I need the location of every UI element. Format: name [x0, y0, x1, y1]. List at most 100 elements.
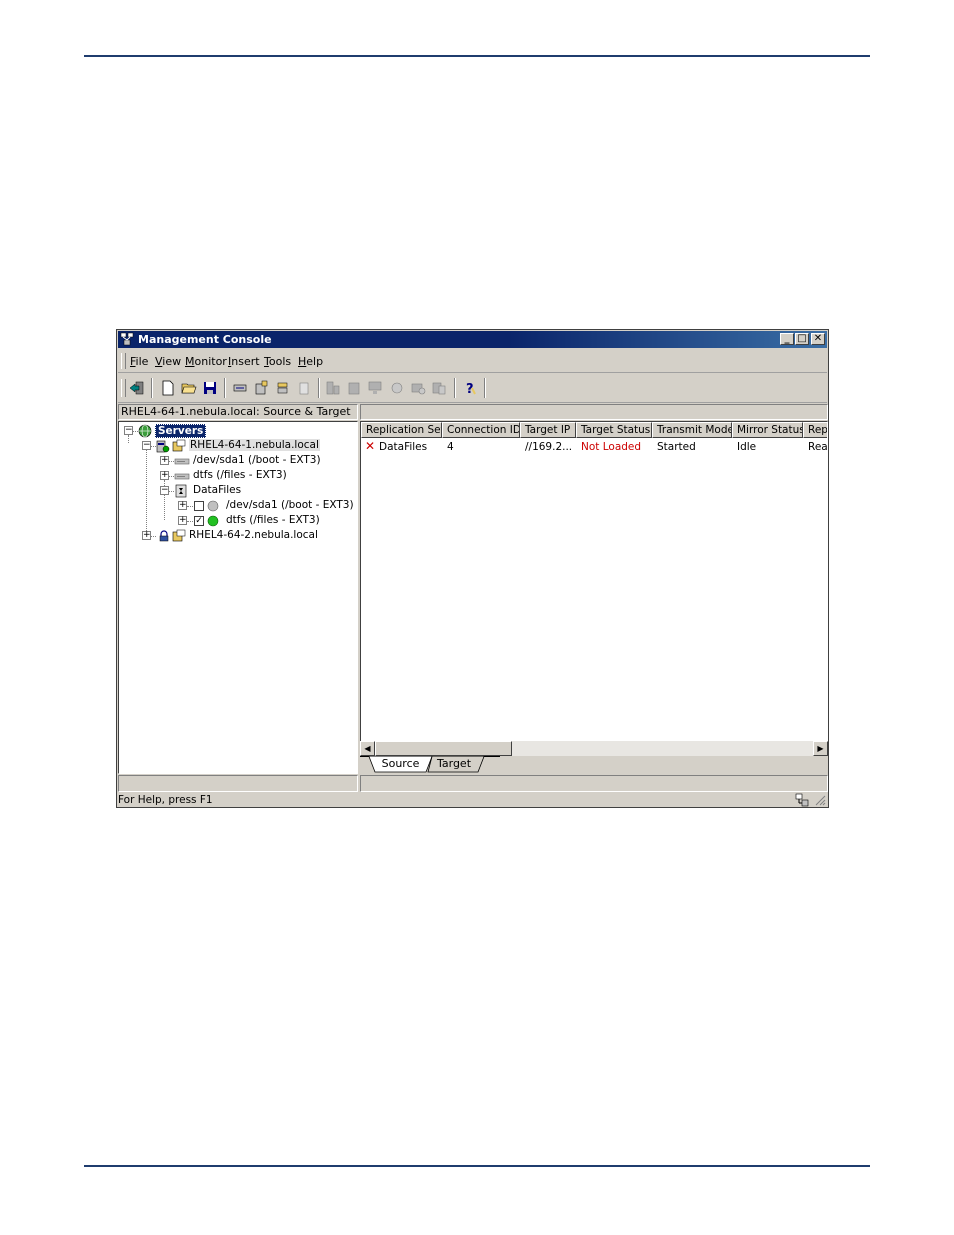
tree-line — [169, 491, 174, 492]
tree-server1-label: RHEL4-64-1.nebula.local — [189, 439, 320, 451]
tree-line — [187, 521, 193, 522]
menu-help[interactable]: Help — [298, 355, 323, 368]
expand-toggle[interactable]: + — [178, 501, 187, 510]
volume-green-icon — [207, 515, 219, 527]
checked-checkbox[interactable]: ✓ — [194, 516, 204, 526]
close-button[interactable]: ✕ — [811, 333, 825, 345]
cell-target-status: Not Loaded — [581, 441, 642, 453]
console-app-icon — [120, 332, 134, 346]
left-pane-header: RHEL4-64-1.nebula.local: Source & Target — [118, 404, 358, 420]
source-target-icon — [172, 439, 186, 452]
monitor-icon[interactable] — [367, 380, 383, 396]
maximize-button[interactable]: □ — [795, 333, 809, 345]
status-bar: For Help, press F1 — [118, 793, 827, 807]
management-console-window: Management Console _ □ ✕ File View Monit… — [116, 329, 829, 808]
lock-icon — [159, 530, 169, 542]
window-title: Management Console — [138, 333, 272, 346]
horizontal-scrollbar[interactable]: ◀ ▶ — [360, 741, 828, 756]
tree-volume-label: dtfs (/files - EXT3) — [193, 469, 287, 481]
tree-set-label: DataFiles — [193, 484, 242, 496]
replication-list[interactable]: Replication Set Connection ID Target IP … — [360, 421, 828, 756]
tree-item-replication-set[interactable]: − DataFiles — [119, 484, 357, 498]
page-bottom-rule — [84, 1165, 870, 1167]
title-bar[interactable]: Management Console _ □ ✕ — [118, 331, 827, 348]
tree-item-set-volume[interactable]: + /dev/sda1 (/boot - EXT3) — [119, 499, 357, 513]
view-tabs: Source Target — [360, 756, 828, 773]
cell-rep: Rea — [808, 441, 828, 453]
network-status-icon — [795, 793, 809, 807]
toolbar-separator — [151, 378, 153, 398]
cell-target-ip: //169.2... — [525, 441, 573, 453]
tree-item-server2[interactable]: + RHEL4-64-2.nebula.local — [119, 529, 357, 543]
arrow-right-icon: ▶ — [817, 744, 824, 753]
minimize-button[interactable]: _ — [780, 333, 794, 345]
menu-tools[interactable]: Tools — [264, 355, 291, 368]
exit-icon[interactable] — [129, 380, 145, 396]
expand-toggle[interactable]: + — [160, 471, 169, 480]
column-header-mirror-status[interactable]: Mirror Status — [732, 422, 803, 438]
column-header-rep[interactable]: Rep — [803, 422, 827, 438]
connect-icon[interactable] — [325, 380, 341, 396]
server-icon — [172, 529, 186, 542]
properties-icon[interactable] — [296, 380, 312, 396]
expand-toggle[interactable]: + — [142, 531, 151, 540]
open-folder-icon[interactable] — [181, 380, 197, 396]
save-icon[interactable] — [202, 380, 218, 396]
page-top-rule — [84, 55, 870, 57]
toolbar-grip[interactable] — [121, 379, 126, 397]
toolbar-separator — [224, 378, 226, 398]
error-x-icon: ✕ — [365, 439, 376, 453]
column-header-target-ip[interactable]: Target IP — [520, 422, 576, 438]
tree-item-set-volume[interactable]: + ✓ dtfs (/files - EXT3) — [119, 514, 357, 528]
server-list-icon[interactable] — [232, 380, 248, 396]
left-pane-footer — [118, 775, 358, 792]
new-file-icon[interactable] — [160, 380, 176, 396]
scroll-left-button[interactable]: ◀ — [360, 741, 375, 756]
unchecked-checkbox[interactable] — [194, 501, 204, 511]
menu-monitor[interactable]: Monitor — [185, 355, 227, 368]
insert-server-icon[interactable] — [253, 380, 269, 396]
menu-insert[interactable]: Insert — [228, 355, 260, 368]
disconnect-icon[interactable] — [346, 380, 362, 396]
tree-item-servers[interactable]: − Servers — [119, 424, 357, 438]
toolbar-separator — [318, 378, 320, 398]
globe-icon — [138, 424, 152, 438]
insert-set-icon[interactable] — [275, 380, 291, 396]
collapse-toggle[interactable]: − — [160, 486, 169, 495]
collapse-toggle[interactable]: − — [142, 441, 151, 450]
verify-icon[interactable] — [410, 380, 426, 396]
maximize-icon: □ — [797, 333, 807, 344]
volume-gray-icon — [207, 500, 219, 512]
server-tree[interactable]: − Servers − RHEL4-64-1.nebula.local + /d… — [118, 421, 358, 774]
tree-item-volume[interactable]: + dtfs (/files - EXT3) — [119, 469, 357, 483]
tree-item-server1[interactable]: − RHEL4-64-1.nebula.local — [119, 439, 357, 453]
resize-grip-icon[interactable] — [814, 794, 826, 806]
tree-root-label: Servers — [155, 424, 207, 438]
column-header-connection-id[interactable]: Connection ID — [442, 422, 520, 438]
right-pane-footer — [360, 775, 828, 792]
right-pane-header — [360, 404, 828, 420]
menu-file[interactable]: File — [130, 355, 148, 368]
expand-toggle[interactable]: + — [178, 516, 187, 525]
expand-toggle[interactable]: + — [160, 456, 169, 465]
tab-target[interactable]: Target — [430, 756, 478, 772]
column-header-transmit-mode[interactable]: Transmit Mode — [652, 422, 732, 438]
tab-source[interactable]: Source — [375, 756, 426, 772]
toolbar-separator — [484, 378, 486, 398]
tree-volume-label: /dev/sda1 (/boot - EXT3) — [193, 454, 321, 466]
restore-icon[interactable] — [431, 380, 447, 396]
tree-line — [187, 506, 193, 507]
scroll-right-button[interactable]: ▶ — [813, 741, 828, 756]
mirror-icon[interactable] — [389, 380, 405, 396]
collapse-toggle[interactable]: − — [124, 426, 133, 435]
cell-mirror-status: Idle — [737, 441, 757, 453]
help-icon[interactable]: ? — [462, 380, 478, 396]
menu-view[interactable]: View — [155, 355, 181, 368]
scroll-thumb[interactable] — [375, 741, 512, 756]
column-header-replication-set[interactable]: Replication Set — [361, 422, 442, 438]
drive-icon — [174, 473, 190, 480]
tree-item-volume[interactable]: + /dev/sda1 (/boot - EXT3) — [119, 454, 357, 468]
menubar-grip[interactable] — [121, 353, 126, 369]
column-header-target-status[interactable]: Target Status — [576, 422, 652, 438]
cell-transmit-mode: Started — [657, 441, 696, 453]
